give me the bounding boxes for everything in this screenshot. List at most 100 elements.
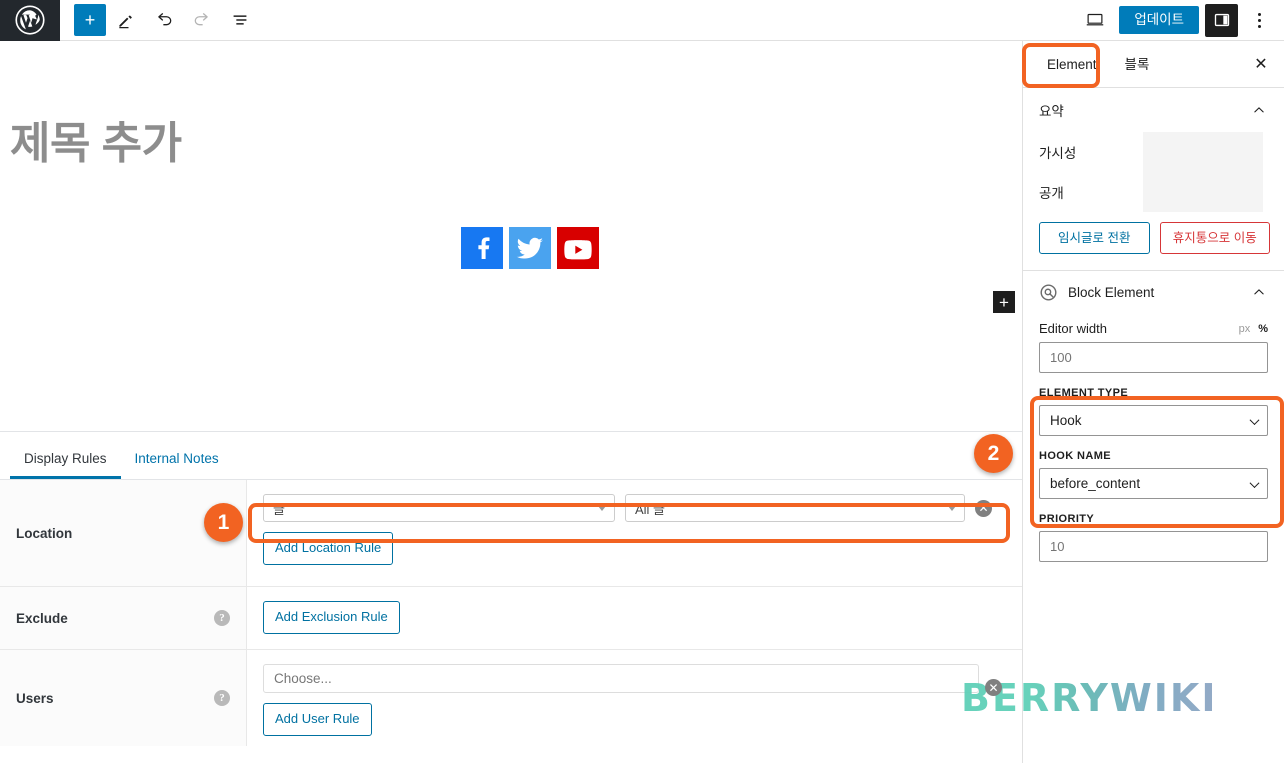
rule-label-cell: Users ? — [0, 650, 247, 746]
plus-icon: + — [84, 10, 96, 30]
summary-title: 요약 — [1039, 104, 1064, 119]
chevron-up-icon — [1254, 107, 1264, 113]
exclude-label: Exclude — [16, 610, 68, 626]
users-choose-select[interactable]: Choose... — [263, 664, 979, 693]
generateblocks-logo-icon — [1040, 284, 1057, 301]
close-sidebar-button[interactable]: ✕ — [1246, 49, 1276, 79]
element-type-select[interactable]: Hook — [1039, 405, 1268, 437]
remove-user-rule-icon[interactable]: ✕ — [985, 679, 1002, 696]
block-element-panel-body: Editor width px % 100 ELEMENT TYPE Hook … — [1023, 313, 1284, 563]
rule-body-users: Choose... Add User Rule — [247, 650, 1022, 746]
hook-name-value: before_content — [1050, 476, 1141, 492]
tab-display-rules[interactable]: Display Rules — [10, 451, 121, 480]
preview-button[interactable] — [1077, 2, 1113, 38]
edit-tool-button[interactable] — [108, 2, 144, 38]
priority-input[interactable]: 10 — [1039, 531, 1268, 563]
summary-actions: 임시글로 전환 휴지통으로 이동 — [1023, 212, 1284, 270]
facebook-icon[interactable] — [461, 227, 503, 269]
block-element-panel-header[interactable]: Block Element — [1023, 271, 1284, 313]
undo-arrow-icon — [158, 13, 172, 26]
unit-px-button[interactable]: px — [1239, 323, 1251, 335]
help-icon[interactable]: ? — [214, 690, 230, 706]
hook-name-label: HOOK NAME — [1039, 450, 1112, 463]
editor-width-label-row: Editor width px % — [1039, 321, 1268, 336]
top-bar-tools: + — [60, 0, 258, 41]
plus-icon: + — [999, 292, 1009, 312]
settings-sidebar-toggle[interactable] — [1205, 3, 1238, 37]
remove-location-rule-icon[interactable]: ✕ — [975, 499, 992, 517]
display-rules-metabox: Display Rules Internal Notes Location ? … — [0, 431, 1022, 763]
location-post-type-select[interactable]: 글 — [263, 494, 615, 522]
move-to-trash-button[interactable]: 휴지통으로 이동 — [1159, 222, 1270, 255]
add-user-rule-button[interactable]: Add User Rule — [263, 703, 372, 736]
wordpress-logo-icon[interactable] — [0, 0, 60, 41]
canvas-block-inserter-button[interactable]: + — [993, 291, 1015, 313]
add-block-button[interactable]: + — [74, 4, 106, 36]
editor-width-label: Editor width — [1039, 321, 1107, 337]
element-type-label: ELEMENT TYPE — [1039, 387, 1129, 400]
app-root: + 업데이트 제목 추가 + Display Rules Internal No… — [0, 0, 1284, 763]
tab-block[interactable]: 블록 — [1111, 41, 1164, 88]
more-options-button[interactable] — [1244, 4, 1274, 37]
annotation-badge-1: 1 — [204, 503, 243, 542]
tab-internal-notes[interactable]: Internal Notes — [121, 451, 233, 480]
annotation-badge-2: 2 — [974, 434, 1013, 473]
redo-arrow-icon — [194, 13, 208, 26]
chevron-down-icon — [1249, 477, 1260, 488]
list-view-icon — [233, 15, 247, 25]
tab-element[interactable]: Element — [1033, 41, 1111, 88]
chevron-down-icon — [598, 506, 606, 511]
twitter-icon[interactable] — [509, 227, 551, 269]
summary-visibility-label: 가시성 — [1039, 146, 1077, 161]
list-view-button[interactable] — [222, 2, 258, 38]
location-label: Location — [16, 525, 73, 541]
youtube-icon[interactable] — [557, 227, 599, 269]
pencil-icon — [119, 15, 132, 29]
rule-label-cell: Exclude ? — [0, 587, 247, 649]
editor-width-input[interactable]: 100 — [1039, 342, 1268, 374]
hook-name-select[interactable]: before_content — [1039, 468, 1268, 500]
editor-width-units: px % — [1239, 323, 1268, 335]
kebab-menu-icon — [1257, 11, 1261, 29]
add-location-rule-button[interactable]: Add Location Rule — [263, 532, 394, 565]
sidebar-panel-icon — [1214, 13, 1229, 27]
location-post-type-value: 글 — [273, 501, 285, 517]
help-icon[interactable]: ? — [214, 610, 230, 626]
users-label: Users — [16, 690, 54, 706]
chevron-up-icon — [1254, 289, 1264, 295]
switch-to-draft-button[interactable]: 임시글로 전환 — [1039, 222, 1150, 255]
update-button[interactable]: 업데이트 — [1119, 6, 1199, 34]
undo-button[interactable] — [146, 2, 182, 38]
unit-percent-button[interactable]: % — [1258, 323, 1268, 335]
editor-top-bar: + 업데이트 — [0, 0, 1284, 41]
summary-panel-header[interactable]: 요약 — [1023, 88, 1284, 132]
rule-row-exclude: Exclude ? Add Exclusion Rule — [0, 587, 1022, 650]
location-post-scope-select[interactable]: All 글 — [625, 494, 965, 522]
social-links-block[interactable] — [461, 227, 599, 269]
redo-button[interactable] — [184, 2, 220, 38]
chevron-down-icon — [948, 506, 956, 511]
desktop-preview-icon — [1087, 13, 1104, 26]
block-element-title: Block Element — [1068, 284, 1155, 300]
summary-fields: 가시성 공개 — [1023, 132, 1284, 212]
post-title-placeholder[interactable]: 제목 추가 — [10, 107, 182, 171]
location-post-scope-value: All 글 — [635, 501, 666, 517]
sidebar-tablist: Element 블록 ✕ — [1023, 41, 1284, 88]
rule-row-location: Location ? 글 All 글 ✕ Add Location Rule — [0, 480, 1022, 587]
summary-publish-row[interactable]: 공개 — [1023, 172, 1284, 212]
add-exclusion-rule-button[interactable]: Add Exclusion Rule — [263, 601, 400, 634]
users-rule-line: Choose... — [263, 664, 1006, 693]
editor-canvas: 제목 추가 + — [0, 41, 1022, 431]
location-rule-line: 글 All 글 ✕ — [263, 494, 1006, 522]
top-bar-actions: 업데이트 — [1077, 0, 1284, 41]
rule-row-users: Users ? Choose... Add User Rule — [0, 650, 1022, 746]
summary-visibility-row[interactable]: 가시성 — [1023, 132, 1284, 172]
settings-sidebar: Element 블록 ✕ 요약 가시성 공개 임시글로 전환 휴지통으로 이동 — [1022, 41, 1284, 763]
rule-body-location: 글 All 글 ✕ Add Location Rule — [247, 480, 1022, 586]
chevron-down-icon — [1249, 414, 1260, 425]
summary-publish-label: 공개 — [1039, 186, 1064, 201]
metabox-tablist: Display Rules Internal Notes — [0, 432, 1022, 480]
rule-body-exclude: Add Exclusion Rule — [247, 587, 1022, 649]
element-type-value: Hook — [1050, 413, 1082, 429]
priority-label: PRIORITY — [1039, 513, 1095, 526]
